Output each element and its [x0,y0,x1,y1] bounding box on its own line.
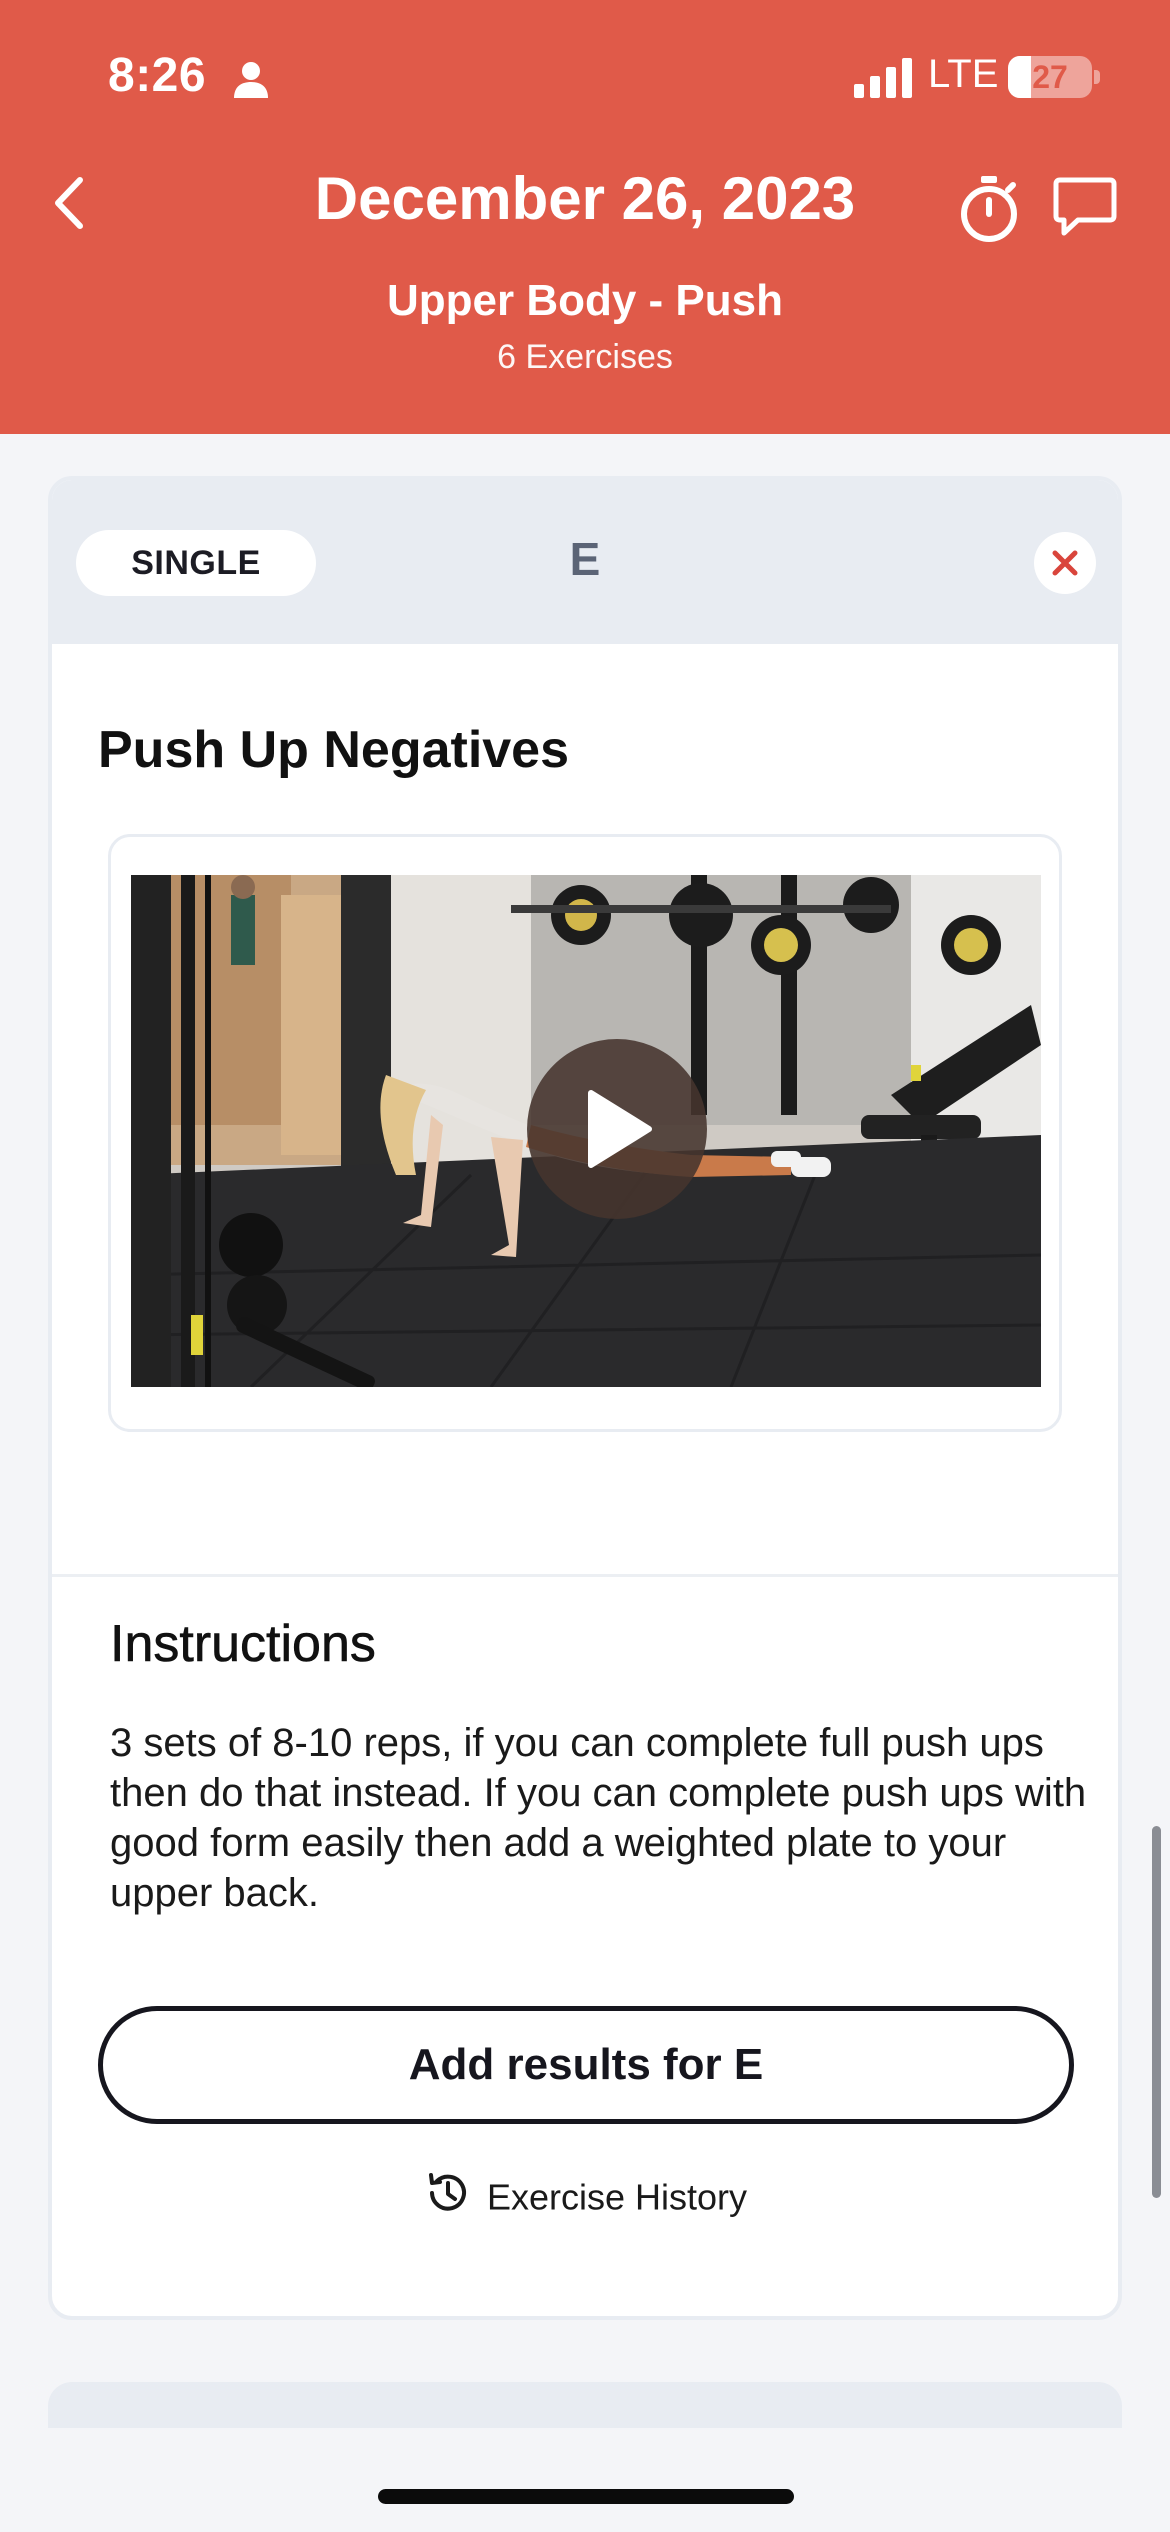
instructions-text: 3 sets of 8-10 reps, if you can complete… [110,1721,1087,1915]
exercise-name: Push Up Negatives [98,721,570,779]
battery-nub [1094,70,1100,84]
chat-bubble-icon[interactable] [1052,176,1118,238]
play-icon [588,1090,652,1168]
battery-level: 27 [1032,59,1068,95]
bottom-background [0,2428,1170,2532]
status-time: 8:26 [108,49,207,102]
history-icon [428,2173,466,2212]
video-player[interactable] [108,834,1062,1432]
scrollbar[interactable] [1152,1826,1161,2198]
home-indicator[interactable] [378,2489,794,2504]
remove-exercise-button[interactable] [1034,532,1096,594]
battery-icon: 27 [1008,56,1092,98]
carrier-label: LTE [928,52,999,96]
exercise-card: SINGLE E Push Up Negatives Instructions … [48,476,1122,2320]
play-button[interactable] [527,1039,707,1219]
close-icon [1052,550,1078,576]
exercise-letter: E [569,533,601,585]
workout-name: Upper Body - Push [386,276,784,325]
header: 8:26 LTE 27 December 26, 2023 Upper Body… [0,0,1170,434]
instructions-heading: Instructions [110,1615,376,1674]
person-icon [234,62,268,98]
section-divider [52,1574,1118,1577]
stopwatch-icon[interactable] [956,174,1022,244]
exercise-history-label: Exercise History [486,2176,748,2218]
signal-icon [854,58,912,98]
card-header: SINGLE E [52,480,1118,644]
exercise-history-link[interactable]: Exercise History [52,2173,1118,2230]
add-results-button[interactable]: Add results for E [98,2006,1074,2124]
exercise-count: 6 Exercises [497,338,673,376]
video-thumbnail[interactable] [131,875,1041,1387]
